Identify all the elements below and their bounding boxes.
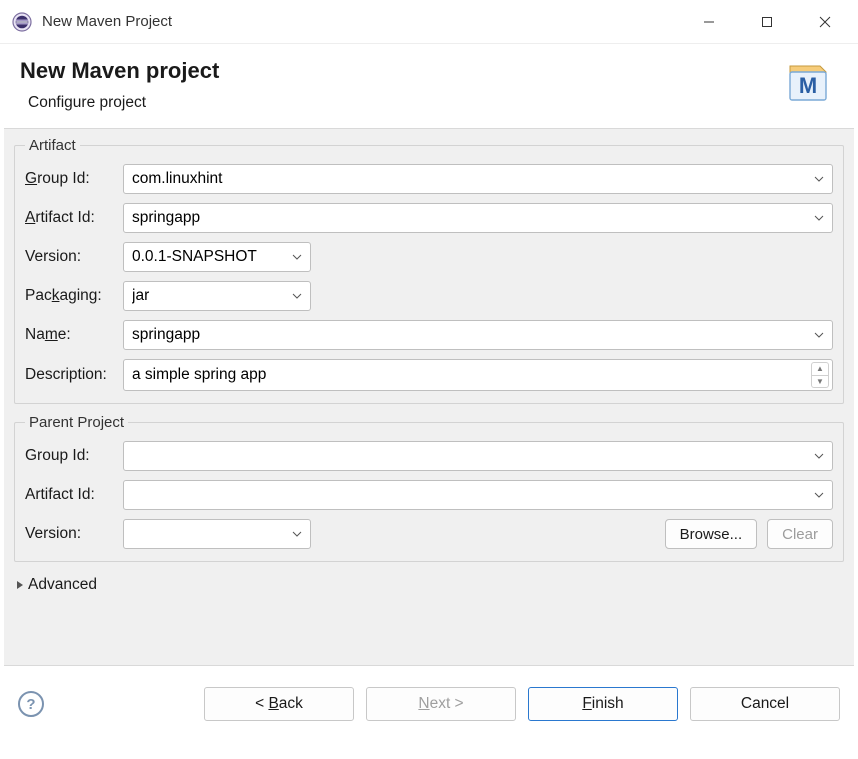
- next-button[interactable]: Next >: [366, 687, 516, 721]
- advanced-toggle[interactable]: Advanced: [16, 576, 844, 594]
- artifact-id-input[interactable]: [123, 203, 833, 233]
- wizard-heading: New Maven project: [20, 58, 219, 84]
- artifact-id-label: Artifact Id:: [25, 209, 123, 227]
- packaging-label: Packaging:: [25, 287, 123, 305]
- version-value[interactable]: [132, 248, 302, 266]
- cancel-button[interactable]: Cancel: [690, 687, 840, 721]
- parent-artifact-id-value[interactable]: [132, 486, 824, 504]
- wizard-subtitle: Configure project: [28, 94, 219, 112]
- close-icon: [819, 16, 831, 28]
- chevron-up-icon: ▲: [812, 363, 828, 376]
- parent-legend: Parent Project: [25, 414, 128, 431]
- finish-button[interactable]: Finish: [528, 687, 678, 721]
- window-titlebar: New Maven Project: [0, 0, 858, 44]
- name-label: Name:: [25, 326, 123, 344]
- wizard-footer: ? < Back Next > Finish Cancel: [0, 666, 858, 742]
- parent-group-id-input[interactable]: [123, 441, 833, 471]
- group-id-value[interactable]: [132, 170, 824, 188]
- parent-group-id-label: Group Id:: [25, 447, 123, 465]
- description-label: Description:: [25, 366, 123, 384]
- parent-artifact-id-input[interactable]: [123, 480, 833, 510]
- maven-icon: M: [784, 58, 832, 106]
- advanced-label: Advanced: [28, 576, 97, 594]
- packaging-value[interactable]: [132, 287, 302, 305]
- parent-group-id-value[interactable]: [132, 447, 824, 465]
- group-id-input[interactable]: [123, 164, 833, 194]
- artifact-group: Artifact Group Id: Artifact Id: Version:: [14, 137, 844, 404]
- triangle-right-icon: [16, 580, 24, 590]
- eclipse-icon: [12, 12, 32, 32]
- back-button[interactable]: < Back: [204, 687, 354, 721]
- clear-button[interactable]: Clear: [767, 519, 833, 549]
- artifact-legend: Artifact: [25, 137, 80, 154]
- minimize-button[interactable]: [680, 2, 738, 42]
- parent-version-value[interactable]: [132, 525, 302, 543]
- packaging-input[interactable]: [123, 281, 311, 311]
- version-input[interactable]: [123, 242, 311, 272]
- close-button[interactable]: [796, 2, 854, 42]
- group-id-label: Group Id:: [25, 170, 123, 188]
- browse-button[interactable]: Browse...: [665, 519, 758, 549]
- parent-version-label: Version:: [25, 525, 123, 543]
- description-spinner[interactable]: ▲ ▼: [811, 362, 829, 388]
- window-title: New Maven Project: [42, 13, 172, 30]
- maximize-icon: [761, 16, 773, 28]
- minimize-icon: [703, 16, 715, 28]
- description-input[interactable]: ▲ ▼: [123, 359, 833, 391]
- chevron-down-icon: ▼: [812, 376, 828, 388]
- parent-artifact-id-label: Artifact Id:: [25, 486, 123, 504]
- help-icon: ?: [26, 696, 35, 713]
- name-value[interactable]: [132, 326, 824, 344]
- help-button[interactable]: ?: [18, 691, 44, 717]
- parent-version-input[interactable]: [123, 519, 311, 549]
- artifact-id-value[interactable]: [132, 209, 824, 227]
- version-label: Version:: [25, 248, 123, 266]
- wizard-banner: New Maven project Configure project M: [0, 44, 858, 128]
- description-value[interactable]: [132, 366, 806, 384]
- wizard-content: Artifact Group Id: Artifact Id: Version:: [4, 128, 854, 666]
- svg-text:M: M: [799, 73, 817, 98]
- parent-project-group: Parent Project Group Id: Artifact Id: Ve…: [14, 414, 844, 562]
- maximize-button[interactable]: [738, 2, 796, 42]
- name-input[interactable]: [123, 320, 833, 350]
